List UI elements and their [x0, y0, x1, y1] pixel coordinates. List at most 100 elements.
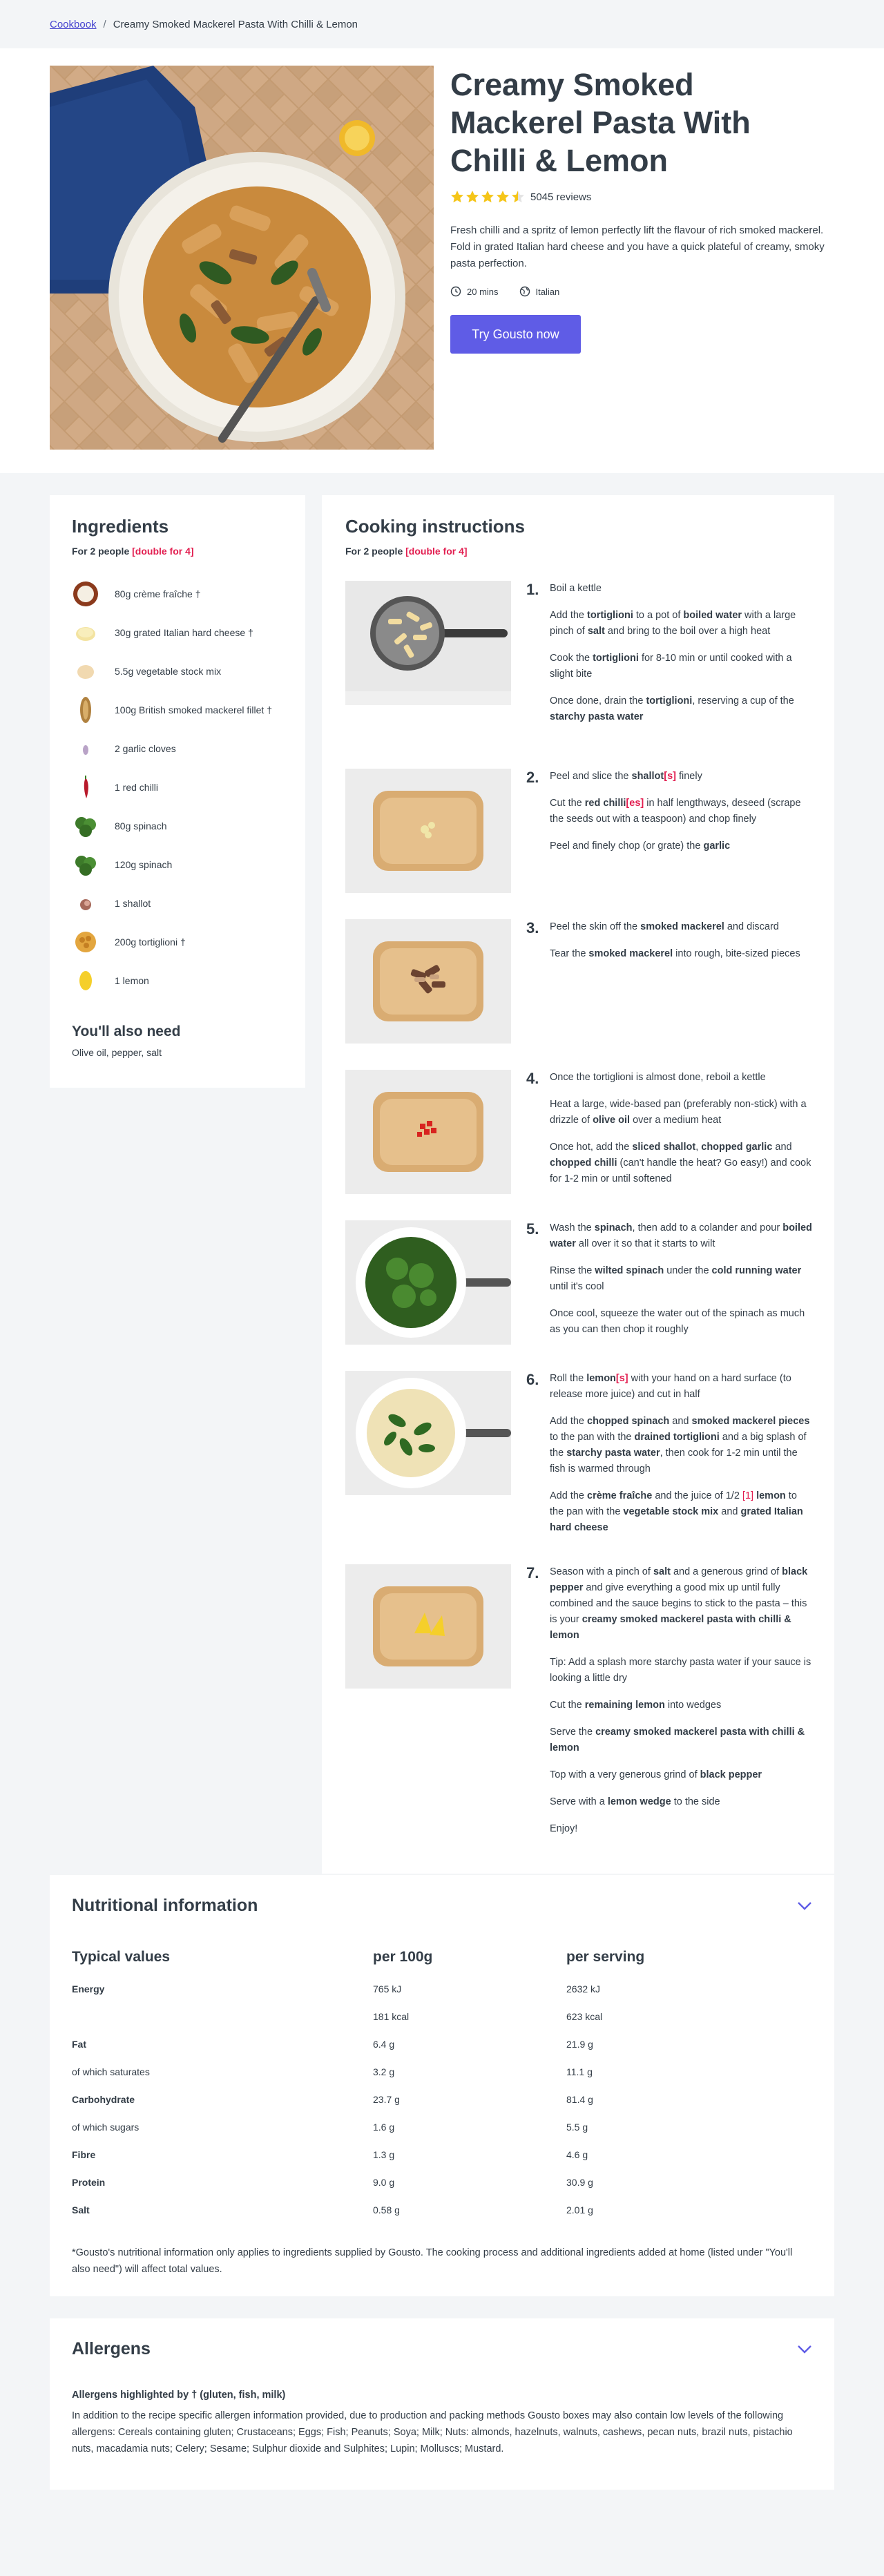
ingredient-item: 200g tortiglioni † [72, 923, 283, 961]
step-image [345, 919, 511, 1044]
step-number: 4. [526, 1070, 539, 1087]
nutrient-label: Fat [72, 2039, 86, 2050]
nutrition-row: Carbohydrate 23.7 g 81.4 g [72, 2086, 812, 2113]
nutrition-row: Energy 765 kJ 2632 kJ [72, 1975, 812, 2003]
servings-label: For 2 people [345, 546, 403, 557]
creme-fraiche-icon [72, 580, 99, 608]
allergens-highlighted: Allergens highlighted by † (gluten, fish… [72, 2390, 286, 2401]
double-servings-link[interactable]: [double for 4] [405, 546, 467, 557]
step-body: Peel and slice the shallot[s] finely Cut … [550, 769, 812, 865]
step-instruction: Once the tortiglioni is almost done, reb… [550, 1072, 766, 1083]
nutrient-label: Fibre [72, 2149, 96, 2160]
recipe-rating[interactable]: 5045 reviews [450, 188, 834, 206]
nutrition-row: of which sugars 1.6 g 5.5 g [72, 2113, 812, 2141]
cuisine-value: Italian [535, 286, 560, 297]
ingredient-list: 80g crème fraîche † 30g grated Italian h… [72, 575, 283, 1000]
mackerel-icon [72, 696, 99, 724]
nutrition-header[interactable]: Nutritional information [72, 1896, 812, 1916]
nutrient-label: of which saturates [72, 2066, 150, 2077]
ingredients-card: Ingredients For 2 people [double for 4] … [50, 495, 305, 1088]
step-number: 2. [526, 769, 539, 786]
nutrient-value: 181 kcal [373, 2011, 410, 2022]
cheese-icon [72, 619, 99, 646]
nutrient-label [72, 2003, 373, 2030]
ingredient-item: 1 red chilli [72, 768, 283, 807]
step-image [345, 769, 511, 893]
ingredient-name: 1 red chilli [115, 782, 159, 793]
nutrition-row: Salt 0.58 g 2.01 g [72, 2196, 812, 2224]
nutrition-row: Protein 9.0 g 30.9 g [72, 2169, 812, 2196]
ingredient-name: 5.5g vegetable stock mix [115, 666, 222, 677]
nutrient-label: of which sugars [72, 2122, 140, 2133]
nutrient-label: Carbohydrate [72, 2094, 135, 2105]
nutrient-value: 3.2 g [373, 2066, 395, 2077]
chilli-icon [72, 773, 99, 801]
recipe-main: Ingredients For 2 people [double for 4] … [0, 473, 884, 1875]
step-image [345, 581, 511, 705]
recipe-description: Fresh chilli and a spritz of lemon perfe… [450, 224, 825, 269]
ingredient-item: 1 lemon [72, 961, 283, 1000]
step-body: Peel the skin off the smoked mackerel an… [550, 919, 812, 973]
step-body: Roll the lemon[s] with your hand on a ha… [550, 1371, 812, 1547]
step-instruction: Tip: Add a splash more starchy pasta wat… [550, 1657, 811, 1684]
nutrition-table: Typical values per 100g per serving Ener… [72, 1949, 812, 2224]
step-instruction: Peel and finely chop (or grate) the garl… [550, 840, 731, 852]
ingredient-name: 2 garlic cloves [115, 743, 176, 754]
ingredient-item: 2 garlic cloves [72, 729, 283, 768]
step-number: 3. [526, 919, 539, 936]
try-gousto-button[interactable]: Try Gousto now [450, 315, 581, 354]
spinach-icon [72, 851, 99, 878]
step-instruction: Add the tortiglioni to a pot of boiled w… [550, 610, 796, 637]
clock-icon [450, 286, 461, 297]
nutrient-value: 2632 kJ [566, 1983, 601, 1995]
ingredient-item: 5.5g vegetable stock mix [72, 652, 283, 691]
breadcrumb-current: Creamy Smoked Mackerel Pasta With Chilli… [113, 18, 358, 30]
chevron-down-icon[interactable] [797, 1901, 812, 1911]
nutrient-label: Salt [72, 2204, 90, 2215]
globe-icon [519, 286, 530, 297]
star-icon [481, 191, 494, 203]
pasta-icon [72, 928, 99, 956]
allergens-text: In addition to the recipe specific aller… [72, 2410, 793, 2454]
nutrient-value: 11.1 g [566, 2066, 593, 2077]
ingredient-name: 80g spinach [115, 820, 167, 832]
cooking-servings: For 2 people [double for 4] [345, 546, 811, 557]
ingredient-name: 1 lemon [115, 975, 149, 986]
servings-label: For 2 people [72, 546, 130, 557]
step-instruction: Serve with a lemon wedge to the side [550, 1796, 720, 1807]
recipe-hero-info: Creamy Smoked Mackerel Pasta With Chilli… [450, 66, 834, 354]
chevron-down-icon[interactable] [797, 2345, 812, 2354]
step-number: 7. [526, 1564, 539, 1582]
star-icon [497, 191, 509, 203]
nutrition-header-row: Typical values per 100g per serving [72, 1949, 812, 1975]
recipe-hero: Creamy Smoked Mackerel Pasta With Chilli… [0, 48, 884, 473]
ingredient-item: 30g grated Italian hard cheese † [72, 613, 283, 652]
ingredients-heading: Ingredients [72, 516, 169, 537]
also-need-text: Olive oil, pepper, salt [72, 1047, 162, 1058]
breadcrumb-cookbook-link[interactable]: Cookbook [50, 19, 97, 30]
step-instruction: Cook the tortiglioni for 8-10 min or unt… [550, 653, 792, 680]
step-number: 6. [526, 1371, 539, 1388]
nutrient-value: 0.58 g [373, 2204, 400, 2215]
cook-time: 20 mins [450, 286, 499, 297]
nutrition-row: 181 kcal 623 kcal [72, 2003, 812, 2030]
step-instruction: Boil a kettle [550, 583, 602, 594]
nutrient-value: 30.9 g [566, 2177, 593, 2188]
step-instruction: Rinse the wilted spinach under the cold … [550, 1265, 802, 1292]
nutrient-value: 23.7 g [373, 2094, 400, 2105]
step-body: Once the tortiglioni is almost done, reb… [550, 1070, 812, 1198]
nutrition-row: of which saturates 3.2 g 11.1 g [72, 2058, 812, 2086]
half-star-icon [512, 191, 524, 203]
ingredient-item: 1 shallot [72, 884, 283, 923]
step-instruction: Peel and slice the shallot[s] finely [550, 771, 702, 782]
step-instruction: Cut the remaining lemon into wedges [550, 1700, 722, 1711]
step-instruction: Serve the creamy smoked mackerel pasta w… [550, 1727, 805, 1753]
step-image [345, 1070, 511, 1194]
ingredient-name: 200g tortiglioni † [115, 936, 186, 948]
step-instruction: Cut the red chilli[es] in half lengthway… [550, 798, 801, 825]
ingredient-name: 30g grated Italian hard cheese † [115, 627, 253, 638]
double-servings-link[interactable]: [double for 4] [132, 546, 193, 557]
step-image [345, 1371, 511, 1495]
step-instruction: Add the crème fraîche and the juice of 1… [550, 1490, 803, 1533]
allergens-header[interactable]: Allergens [72, 2339, 812, 2359]
